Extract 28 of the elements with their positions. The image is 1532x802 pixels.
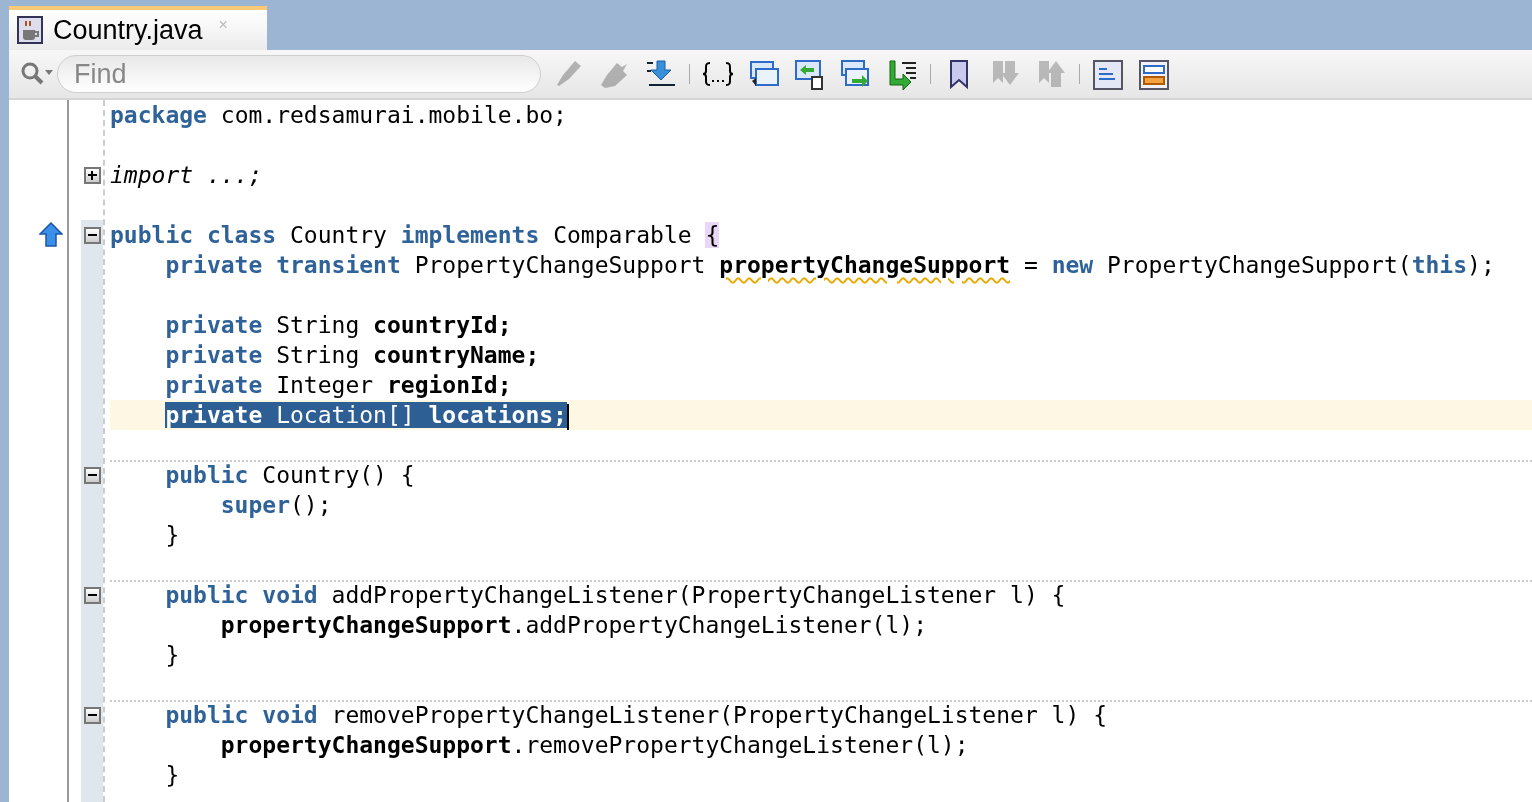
code-line: public void addPropertyChangeListener(PropertyChangeListener l) { [110,580,1532,610]
code-line: import ...; [110,161,264,190]
code-line: public Country() { [110,460,1532,490]
code-line: } [164,641,181,670]
code-line: propertyChangeSupport.removePropertyChangeListener(l); [219,731,970,760]
panel-icon[interactable] [1136,57,1172,91]
code-line: } [164,761,181,790]
find-field[interactable]: Find [57,55,541,93]
fold-toggle[interactable] [83,226,101,244]
fold-toggle[interactable] [83,166,101,184]
coffee-cup-icon [17,16,43,44]
code-line: private transient PropertyChangeSupport propertyChangeSupport = new PropertyChangeSupport(this); [164,251,1496,280]
code-line: super(); [219,491,333,520]
code-line: private Integer regionId; [164,371,513,400]
text-cursor [566,403,569,430]
code-line: private String countryName; [164,341,541,370]
code-line: private String countryId; [164,311,513,340]
code-line: propertyChangeSupport.addPropertyChangeListener(l); [219,611,928,640]
code-line: public class Country implements Comparable { [110,221,721,250]
editor-tab[interactable]: Country.java × [9,6,267,50]
code-line: package com.redsamurai.mobile.bo; [110,101,568,130]
fold-toggle[interactable] [83,466,101,484]
fold-toggle[interactable] [83,586,101,604]
tab-title: Country.java [53,14,203,46]
code-line: } [164,521,181,550]
panel-icon[interactable] [1090,57,1126,91]
code-line: public void removePropertyChangeListener(PropertyChangeListener l) { [110,700,1532,730]
fold-toggle[interactable] [83,706,101,724]
